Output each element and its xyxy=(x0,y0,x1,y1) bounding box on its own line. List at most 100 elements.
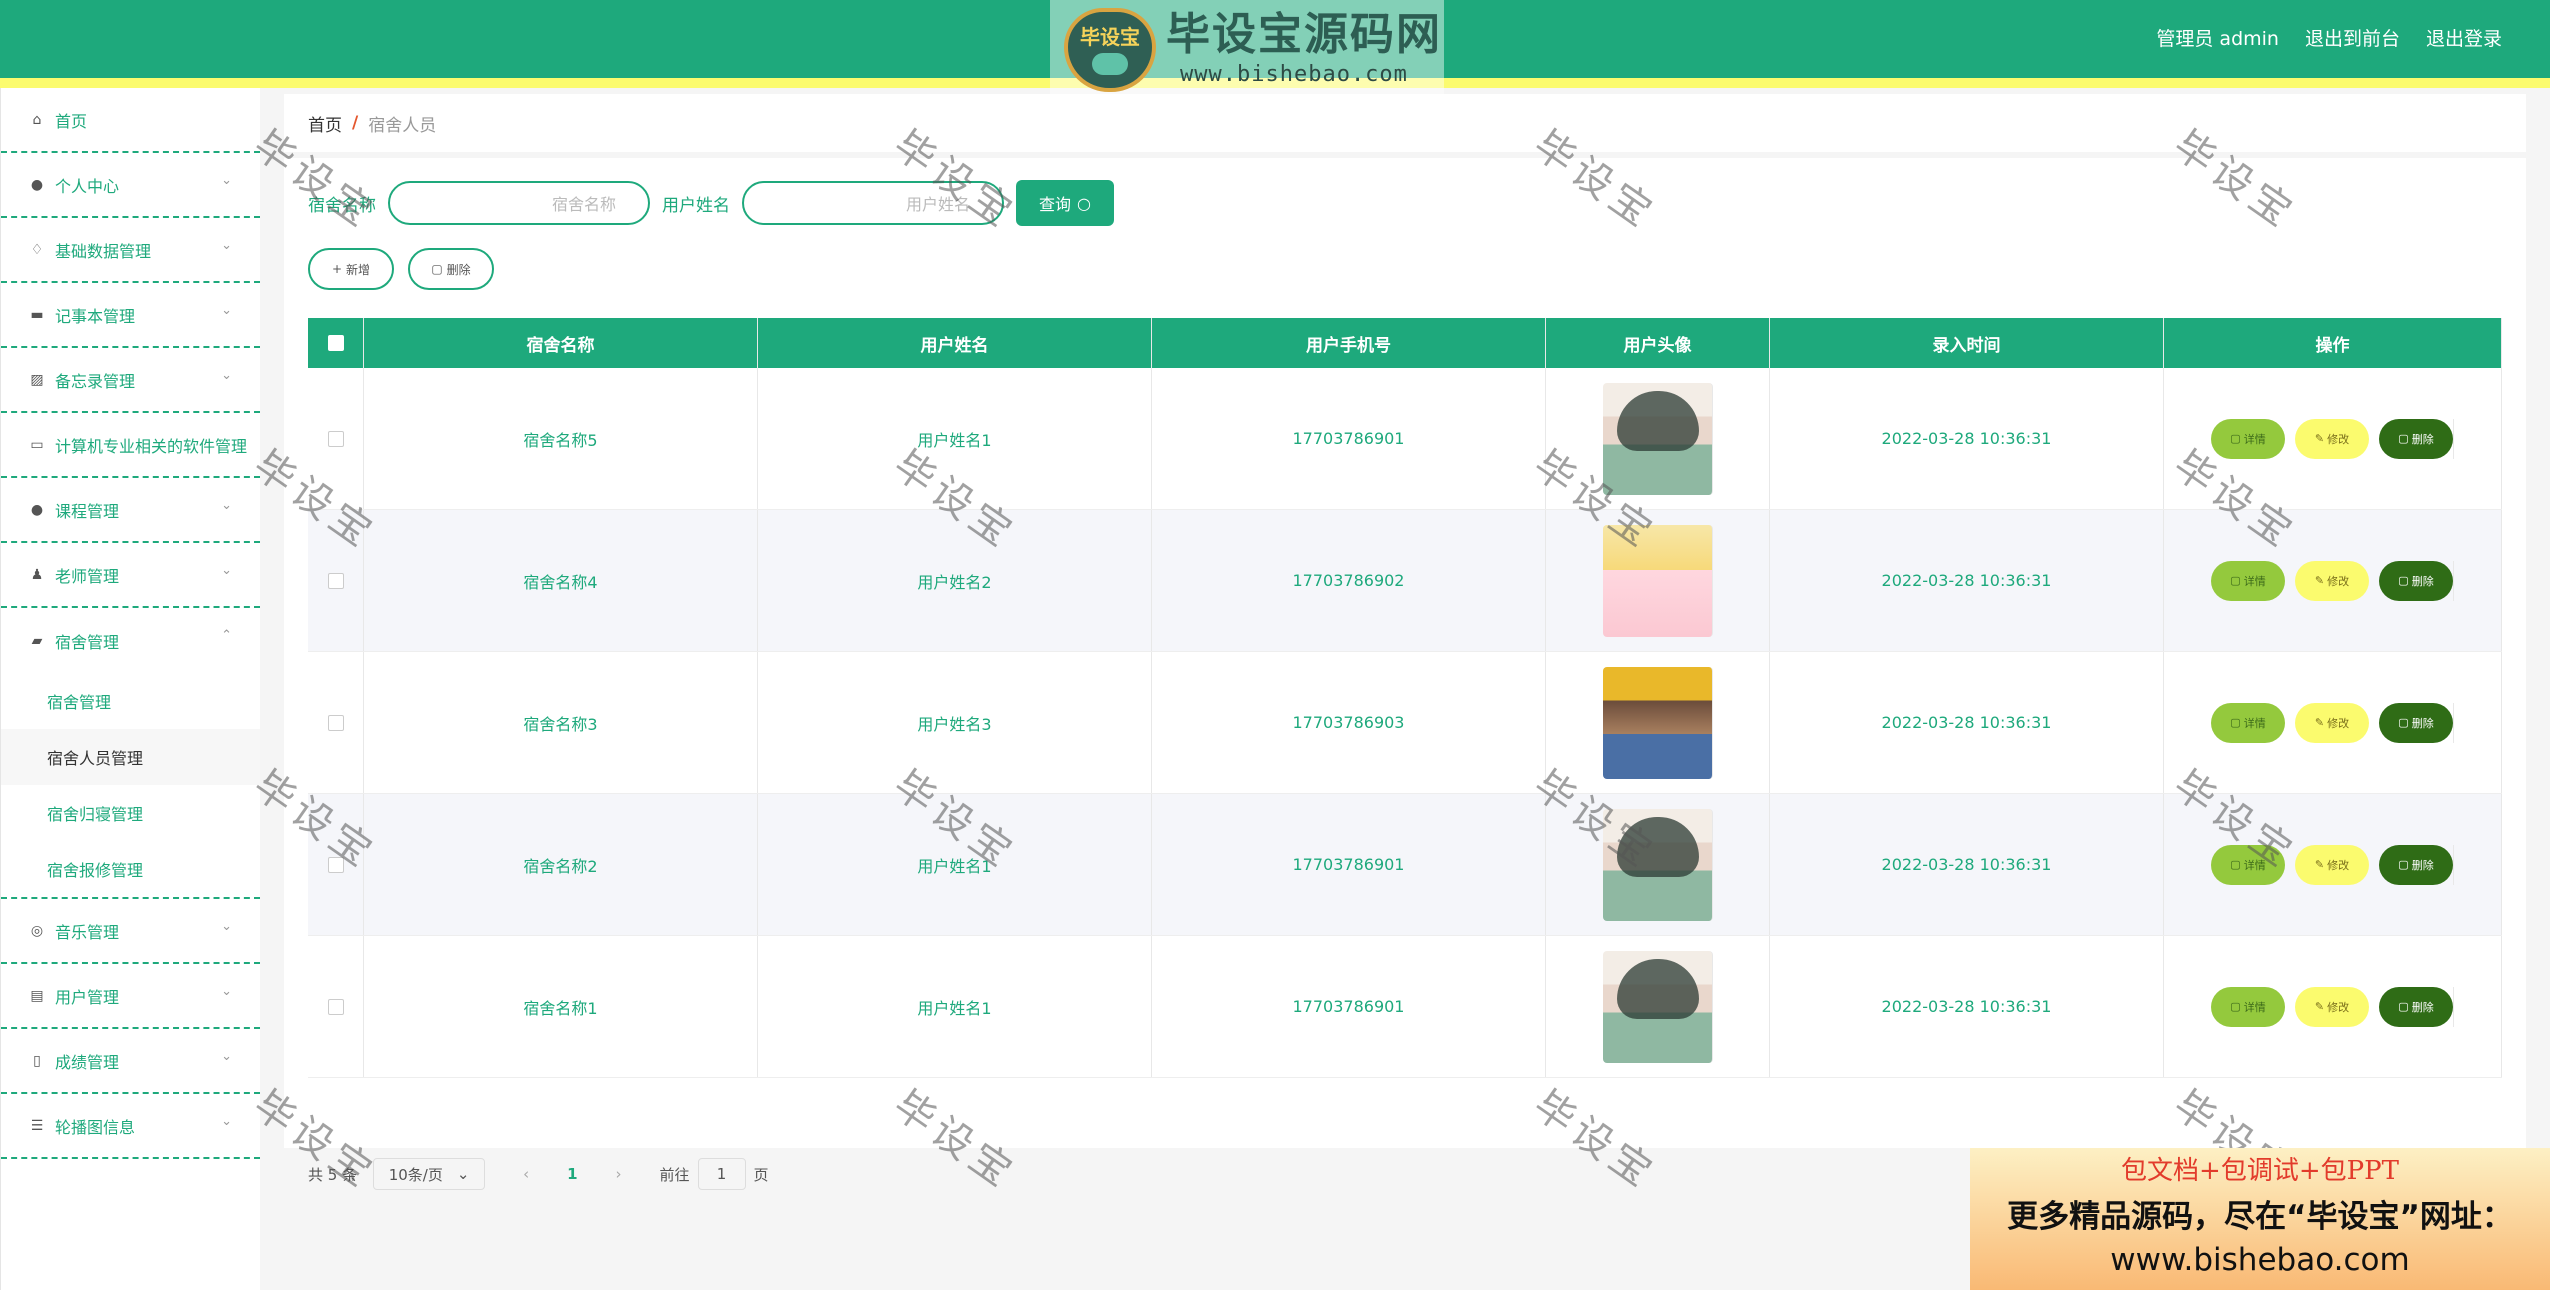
trash-icon: ▢ xyxy=(2398,716,2409,729)
edit-button[interactable]: ✎ 修改 xyxy=(2295,986,2369,1027)
compass-icon: ◎ xyxy=(30,922,44,939)
delete-button[interactable]: ▢ 删除 xyxy=(2379,702,2453,743)
admin-user[interactable]: 管理员 admin xyxy=(2156,24,2279,51)
column-header: 用户手机号 xyxy=(1152,318,1546,368)
chevron-down-icon: ⌄ xyxy=(221,498,232,513)
goto-label: 前往 xyxy=(659,1165,690,1184)
pencil-icon: ✎ xyxy=(2314,1000,2325,1013)
phone-cell: 17703786901 xyxy=(1152,936,1546,1077)
promo-banner[interactable]: 包文档+包调试+包PPT 更多精品源码，尽在“毕设宝”网址： www.bishe… xyxy=(1970,1148,2550,1290)
pagination: 共 5 条 10条/页 ⌄ ‹ 1 › 前往 1 页 xyxy=(308,1158,769,1190)
bell-icon: ♢ xyxy=(30,241,44,258)
promo-line-1: 包文档+包调试+包PPT xyxy=(2121,1156,2399,1186)
edit-button[interactable]: ✎ 修改 xyxy=(2295,560,2369,601)
batch-delete-button[interactable]: ▢ 删除 xyxy=(408,248,494,290)
dorm-name-cell: 宿舍名称2 xyxy=(364,794,758,935)
sidebar-item-grades[interactable]: ▯ 成绩管理 ⌄ xyxy=(1,1029,260,1094)
sidebar-item-label: 记事本管理 xyxy=(55,306,136,326)
sidebar-item-label: 音乐管理 xyxy=(55,922,120,942)
delete-label: 删除 xyxy=(2411,1000,2434,1014)
avatar xyxy=(1602,808,1713,921)
table-row: 宿舍名称4 用户姓名2 17703786902 2022-03-28 10:36… xyxy=(308,510,2502,652)
chevron-down-icon: ⌄ xyxy=(221,563,232,578)
sidebar-item-users[interactable]: ▤ 用户管理 ⌄ xyxy=(1,964,260,1029)
detail-button[interactable]: ▢ 详情 xyxy=(2211,702,2285,743)
sidebar-item-profile[interactable]: ● 个人中心 ⌄ xyxy=(1,153,260,218)
plus-icon: + xyxy=(331,262,343,276)
submenu-item-dorm-repair[interactable]: 宿舍报修管理 xyxy=(1,841,260,897)
detail-button[interactable]: ▢ 详情 xyxy=(2211,560,2285,601)
page-size-select[interactable]: 10条/页 ⌄ xyxy=(373,1158,486,1190)
logout-link[interactable]: 退出登录 xyxy=(2426,24,2502,51)
chevron-down-icon: ⌄ xyxy=(221,238,232,253)
file-icon: ▢ xyxy=(2230,574,2241,587)
sidebar-item-label: 首页 xyxy=(55,111,88,131)
sidebar-item-software[interactable]: ▭ 计算机专业相关的软件管理 xyxy=(1,413,260,478)
delete-button[interactable]: ▢ 删除 xyxy=(2379,986,2453,1027)
ops-cell: ▢ 详情 ✎ 修改 ▢ 删除 xyxy=(2164,510,2502,651)
mic-icon: ▯ xyxy=(33,1052,41,1069)
submenu-item-dorm[interactable]: 宿舍管理 xyxy=(1,673,260,729)
delete-button[interactable]: ▢ 删除 xyxy=(2379,418,2453,459)
detail-button[interactable]: ▢ 详情 xyxy=(2211,418,2285,459)
edit-button[interactable]: ✎ 修改 xyxy=(2295,418,2369,459)
avatar-hair xyxy=(1616,958,1699,1019)
row-checkbox[interactable] xyxy=(327,572,344,589)
sidebar-item-dorm[interactable]: ▰ 宿舍管理 ⌃ xyxy=(1,608,260,673)
goto-page-input[interactable]: 1 xyxy=(697,1158,746,1190)
edit-label: 修改 xyxy=(2327,432,2350,446)
next-page-icon[interactable]: › xyxy=(616,1165,622,1183)
page-number[interactable]: 1 xyxy=(567,1165,577,1183)
row-checkbox[interactable] xyxy=(327,998,344,1015)
detail-button[interactable]: ▢ 详情 xyxy=(2211,986,2285,1027)
delete-button[interactable]: ▢ 删除 xyxy=(2379,560,2453,601)
sidebar-item-basic-data[interactable]: ♢ 基础数据管理 ⌄ xyxy=(1,218,260,283)
chevron-down-icon: ⌄ xyxy=(221,1049,232,1064)
user-name-cell: 用户姓名3 xyxy=(758,652,1152,793)
sidebar-item-carousel[interactable]: ☰ 轮播图信息 ⌄ xyxy=(1,1094,260,1159)
row-checkbox[interactable] xyxy=(327,856,344,873)
sidebar-item-music[interactable]: ◎ 音乐管理 ⌄ xyxy=(1,899,260,964)
submenu-item-dorm-staff[interactable]: 宿舍人员管理 xyxy=(1,729,260,785)
delete-button[interactable]: ▢ 删除 xyxy=(2379,844,2453,885)
dorm-name-label: 宿舍名称 xyxy=(308,195,376,216)
file-icon: ▢ xyxy=(2230,1000,2241,1013)
pencil-icon: ✎ xyxy=(2314,574,2325,587)
add-button[interactable]: + 新增 xyxy=(308,248,394,290)
row-checkbox-cell xyxy=(308,794,364,935)
sidebar-item-notebook[interactable]: ▬ 记事本管理 ⌄ xyxy=(1,283,260,348)
action-buttons: + 新增 ▢ 删除 xyxy=(308,248,494,290)
exit-to-front-link[interactable]: 退出到前台 xyxy=(2305,24,2400,51)
dorm-name-cell: 宿舍名称4 xyxy=(364,510,758,651)
delete-label: 删除 xyxy=(2411,432,2434,446)
sidebar-item-course[interactable]: ● 课程管理 ⌄ xyxy=(1,478,260,543)
ops-cell: ▢ 详情 ✎ 修改 ▢ 删除 xyxy=(2164,652,2502,793)
row-checkbox[interactable] xyxy=(327,430,344,447)
sidebar-item-home[interactable]: ⌂ 首页 xyxy=(1,88,260,153)
ops-cell: ▢ 详情 ✎ 修改 ▢ 删除 xyxy=(2164,936,2502,1077)
select-all-checkbox[interactable] xyxy=(327,335,344,351)
dorm-name-input[interactable]: 宿舍名称 xyxy=(388,181,650,225)
avatar-cell xyxy=(1546,368,1770,509)
user-name-input[interactable]: 用户姓名 xyxy=(742,181,1004,225)
submenu-item-dorm-return[interactable]: 宿舍归寝管理 xyxy=(1,785,260,841)
detail-button[interactable]: ▢ 详情 xyxy=(2211,844,2285,885)
avatar-cell xyxy=(1546,510,1770,651)
chevron-up-icon: ⌃ xyxy=(221,628,232,643)
query-button[interactable]: 查询 ○ xyxy=(1016,180,1114,226)
row-checkbox-cell xyxy=(308,510,364,651)
chevron-down-icon: ⌄ xyxy=(221,984,232,999)
delete-label: 删除 xyxy=(2411,716,2434,730)
edit-button[interactable]: ✎ 修改 xyxy=(2295,844,2369,885)
prev-page-icon[interactable]: ‹ xyxy=(523,1165,529,1183)
sidebar-item-label: 基础数据管理 xyxy=(55,241,152,261)
sidebar-item-memo[interactable]: ▨ 备忘录管理 ⌄ xyxy=(1,348,260,413)
row-checkbox-cell xyxy=(308,368,364,509)
page-size-value: 10条/页 xyxy=(388,1165,443,1184)
user-name-cell: 用户姓名2 xyxy=(758,510,1152,651)
dorm-name-cell: 宿舍名称3 xyxy=(364,652,758,793)
row-checkbox[interactable] xyxy=(327,714,344,731)
edit-button[interactable]: ✎ 修改 xyxy=(2295,702,2369,743)
sidebar-item-teacher[interactable]: ♟ 老师管理 ⌄ xyxy=(1,543,260,608)
breadcrumb-home[interactable]: 首页 xyxy=(308,111,342,136)
